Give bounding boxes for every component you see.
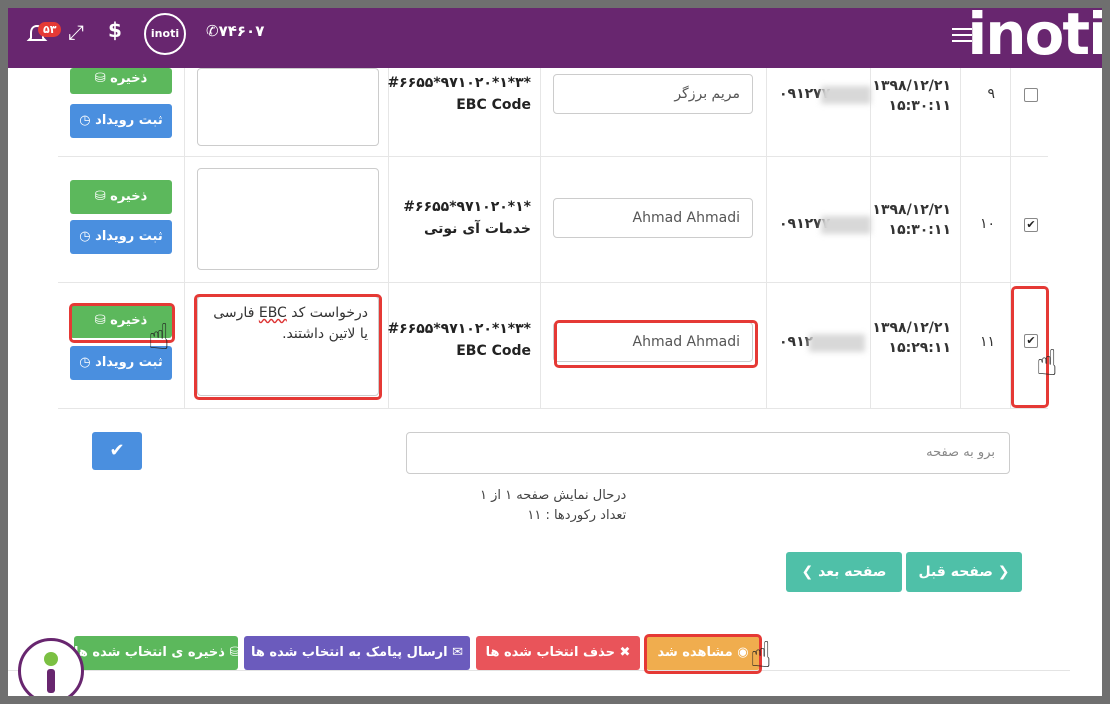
row-date: ۱۳۹۸/۱۲/۲۱ bbox=[872, 78, 951, 94]
masked-digits bbox=[821, 216, 871, 234]
avatar[interactable]: inoti bbox=[144, 13, 186, 55]
close-icon: ✖ bbox=[619, 645, 631, 660]
page-info: درحال نمایش صفحه ۱ از ۱ تعداد رکوردها : … bbox=[480, 486, 626, 526]
table-row: ۹ ۱۳۹۸/۱۲/۲۱ ۱۵:۳۰:۱۱ ۰۹۱۲۷۷ مریم برزگر #… bbox=[58, 68, 1048, 157]
record-count: تعداد رکوردها : ۱۱ bbox=[527, 508, 627, 523]
note-textarea[interactable] bbox=[197, 168, 379, 270]
clock-icon: ◷ bbox=[79, 113, 91, 128]
goto-page-input[interactable]: برو به صفحه bbox=[406, 432, 1010, 474]
row-date: ۱۳۹۸/۱۲/۲۱ bbox=[872, 320, 951, 336]
notification-bell-icon[interactable]: ۵۳ bbox=[22, 18, 62, 48]
phone-extension: ✆۷۴۶۰۷ bbox=[206, 22, 264, 40]
pointer-hand-icon: ☝ bbox=[1036, 343, 1058, 384]
save-icon: ⛁ bbox=[94, 189, 106, 204]
row-time: ۱۵:۳۰:۱۱ bbox=[888, 98, 951, 114]
pointer-hand-icon: ☝ bbox=[750, 635, 772, 676]
row-date: ۱۳۹۸/۱۲/۲۱ bbox=[872, 202, 951, 218]
save-icon: ⛁ bbox=[229, 645, 238, 660]
check-icon: ✔ bbox=[109, 440, 125, 461]
clock-icon: ◷ bbox=[79, 355, 91, 370]
code-label: EBC Code bbox=[456, 97, 531, 113]
phone-number: ۷۴۶۰۷ bbox=[218, 22, 265, 40]
phone-icon: ✆ bbox=[206, 22, 219, 40]
save-icon: ⛁ bbox=[94, 71, 106, 86]
row-index: ۹ bbox=[987, 86, 995, 102]
save-button[interactable]: ⛁ ذخیره bbox=[70, 68, 172, 94]
brand-logo: inoti bbox=[967, 8, 1102, 68]
delete-selected-button[interactable]: حذف انتخاب شده ها ✖ bbox=[476, 636, 640, 670]
row-checkbox[interactable]: ✔ bbox=[1024, 218, 1038, 232]
dollar-icon[interactable]: $ bbox=[108, 18, 122, 42]
row-time: ۱۵:۳۰:۱۱ bbox=[888, 222, 951, 238]
masked-digits bbox=[821, 86, 871, 104]
next-page-button[interactable]: ❮ صفحه بعد bbox=[786, 552, 902, 592]
name-input[interactable]: مریم برزگر bbox=[553, 74, 753, 114]
save-button[interactable]: ⛁ ذخیره bbox=[70, 180, 172, 214]
code-label: خدمات آی نوتی bbox=[423, 221, 531, 237]
fullscreen-icon[interactable]: ⤢ bbox=[68, 20, 84, 44]
name-input[interactable]: Ahmad Ahmadi bbox=[553, 198, 753, 238]
register-event-button[interactable]: ◷ ثبت رویداد bbox=[70, 104, 172, 138]
register-event-button[interactable]: ◷ ثبت رویداد bbox=[70, 220, 172, 254]
table-row: ✔ ۱۰ ۱۳۹۸/۱۲/۲۱ ۱۵:۳۰:۱۱ ۰۹۱۲۷۷ Ahmad Ahm… bbox=[58, 156, 1048, 283]
seen-button-highlight bbox=[644, 634, 762, 674]
support-avatar[interactable] bbox=[18, 638, 84, 696]
row-code: #۶۶۵۵*۹۷۱۰۲۰*۱* خدمات آی نوتی bbox=[403, 196, 531, 240]
envelope-icon: ✉ bbox=[452, 645, 463, 660]
clock-icon: ◷ bbox=[79, 229, 91, 244]
app-frame: ۵۳ ⤢ $ inoti ✆۷۴۶۰۷ inoti ۹ ۱۳۹۸/۱۲/۲۱ ۱۵… bbox=[8, 8, 1102, 696]
chevron-right-icon: ❯ bbox=[997, 564, 1010, 580]
row-datetime: ۱۳۹۸/۱۲/۲۱ ۱۵:۳۰:۱۱ bbox=[872, 76, 951, 116]
notification-count-badge: ۵۳ bbox=[38, 22, 62, 37]
row-code: #۶۶۵۵*۹۷۱۰۲۰*۱*۳* EBC Code bbox=[387, 318, 531, 362]
row-checkbox[interactable] bbox=[1024, 88, 1038, 102]
top-bar: ۵۳ ⤢ $ inoti ✆۷۴۶۰۷ inoti bbox=[8, 8, 1102, 68]
code-line: #۶۶۵۵*۹۷۱۰۲۰*۱*۳* bbox=[387, 75, 531, 91]
code-label: EBC Code bbox=[456, 343, 531, 359]
prev-page-button[interactable]: صفحه قبل ❯ bbox=[906, 552, 1022, 592]
row-time: ۱۵:۲۹:۱۱ bbox=[888, 340, 951, 356]
send-sms-button[interactable]: ارسال پیامک به انتخاب شده ها ✉ bbox=[244, 636, 470, 670]
name-input-highlight bbox=[554, 320, 758, 368]
pointer-hand-icon: ☝ bbox=[148, 317, 170, 358]
page-info-text: درحال نمایش صفحه ۱ از ۱ bbox=[480, 488, 627, 503]
row-index: ۱۰ bbox=[979, 216, 995, 232]
confirm-button[interactable]: ✔ bbox=[92, 432, 142, 470]
code-line: #۶۶۵۵*۹۷۱۰۲۰*۱*۳* bbox=[387, 321, 531, 337]
masked-digits bbox=[809, 334, 865, 352]
row-index: ۱۱ bbox=[979, 334, 995, 350]
note-textarea[interactable] bbox=[197, 68, 379, 146]
chevron-left-icon: ❮ bbox=[801, 564, 814, 580]
save-selected-button[interactable]: ذخیره ی انتخاب شده ها ⛁ bbox=[74, 636, 238, 670]
code-line: #۶۶۵۵*۹۷۱۰۲۰*۱* bbox=[403, 199, 531, 215]
row-datetime: ۱۳۹۸/۱۲/۲۱ ۱۵:۳۰:۱۱ bbox=[872, 200, 951, 240]
row-code: #۶۶۵۵*۹۷۱۰۲۰*۱*۳* EBC Code bbox=[387, 72, 531, 116]
row-datetime: ۱۳۹۸/۱۲/۲۱ ۱۵:۲۹:۱۱ bbox=[872, 318, 951, 358]
note-highlight bbox=[194, 294, 382, 400]
bulk-actions-bar: مشاهده شد ◉ حذف انتخاب شده ها ✖ ارسال پی… bbox=[8, 626, 1070, 671]
